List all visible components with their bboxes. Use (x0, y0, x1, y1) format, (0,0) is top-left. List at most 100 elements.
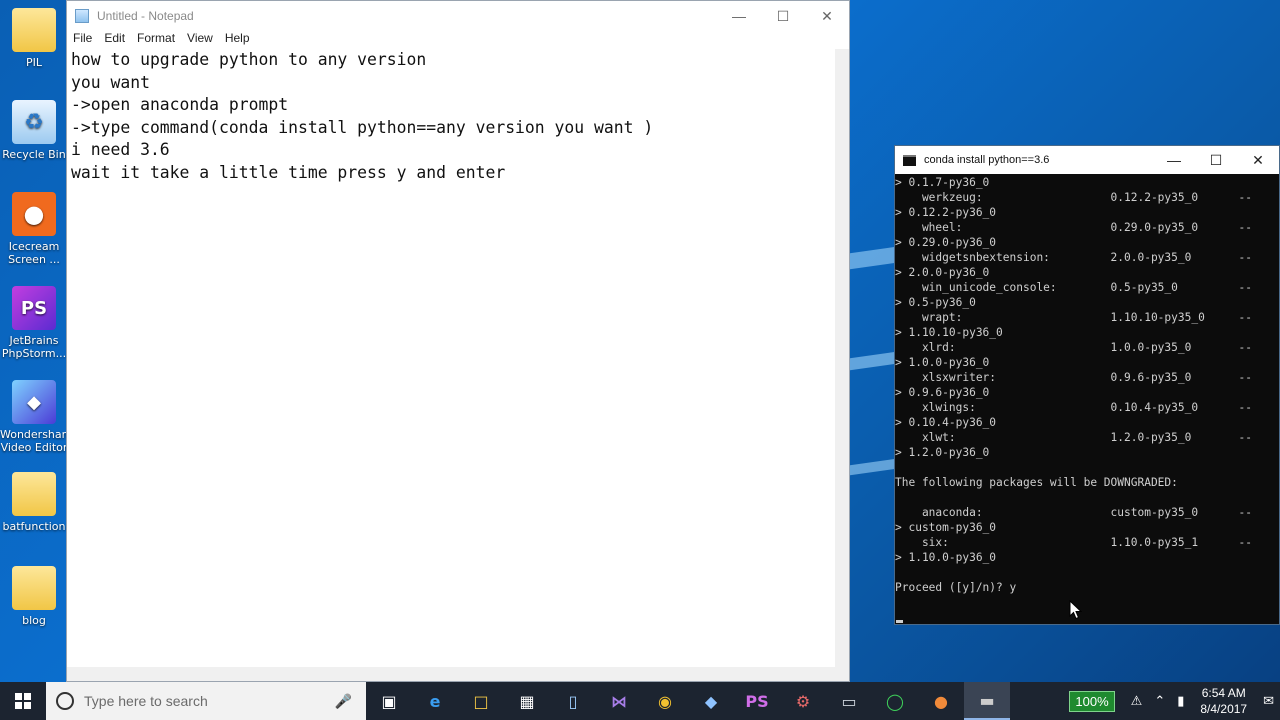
console-title: conda install python==3.6 (924, 154, 1050, 166)
notepad-text-area[interactable]: how to upgrade python to any version you … (71, 49, 835, 667)
folder-icon (12, 8, 56, 52)
maximize-button[interactable]: ☐ (761, 1, 805, 31)
desktop-icon-recycle-bin[interactable]: ♻ Recycle Bin (0, 100, 68, 161)
desktop-icon-label: Wondershare Video Editor (0, 428, 73, 454)
text-line: i need 3.6 (71, 140, 170, 159)
visual-studio-icon[interactable]: ⋈ (596, 682, 642, 720)
start-button[interactable] (0, 682, 46, 720)
maximize-button[interactable]: ☐ (1195, 146, 1237, 174)
desktop-icon-batfunction[interactable]: batfunction (0, 472, 68, 533)
desktop-icon-wondershare[interactable]: ◆ Wondershare Video Editor (0, 380, 73, 454)
window-title: Untitled - Notepad (97, 9, 194, 23)
console-line: wheel: 0.29.0-py35_0 -- (895, 221, 1252, 234)
mouse-pointer-icon (1069, 600, 1083, 620)
vertical-scrollbar[interactable] (835, 49, 849, 667)
edge-icon[interactable]: e (412, 682, 458, 720)
text-line: wait it take a little time press y and e… (71, 162, 506, 182)
file-explorer-icon[interactable]: □ (458, 682, 504, 720)
clock-date: 8/4/2017 (1200, 702, 1248, 716)
console-cursor (896, 620, 903, 623)
system-tray: 100% ⚠ ⌃ ▮ 6:54 AM 8/4/2017 ✉ (1069, 682, 1280, 720)
console-line: > 0.9.6-py36_0 (895, 386, 990, 399)
green-app-icon[interactable]: ◯ (872, 682, 918, 720)
desktop-icon-blog[interactable]: blog (0, 566, 68, 627)
git-icon[interactable]: ◆ (688, 682, 734, 720)
text-line: ->open anaconda prompt (71, 95, 289, 114)
window-app-icon[interactable]: ▭ (826, 682, 872, 720)
phpstorm-taskbar-icon[interactable]: PS (734, 682, 780, 720)
usb-icon[interactable]: ⚠ (1131, 693, 1143, 709)
icecream-icon: ● (12, 192, 56, 236)
recycle-bin-icon: ♻ (12, 100, 56, 144)
console-app-icon (903, 154, 916, 166)
folder-icon (12, 472, 56, 516)
horizontal-scrollbar[interactable] (67, 667, 835, 681)
store-icon[interactable]: ▦ (504, 682, 550, 720)
console-line: wrapt: 1.10.10-py35_0 -- (895, 311, 1252, 324)
notepad-taskbar-icon[interactable]: ▯ (550, 682, 596, 720)
console-line: > 0.1.7-py36_0 (895, 176, 990, 189)
wallpaper-beam (850, 246, 896, 270)
console-line: > 1.10.0-py36_0 (895, 551, 997, 564)
cortana-icon (56, 692, 74, 710)
console-line: xlrd: 1.0.0-py35_0 -- (895, 341, 1252, 354)
console-title-bar[interactable]: conda install python==3.6 — ☐ ✕ (895, 146, 1279, 174)
chrome-icon[interactable]: ◉ (642, 682, 688, 720)
console-line: anaconda: custom-py35_0 -- (895, 506, 1252, 519)
close-button[interactable]: ✕ (1237, 146, 1279, 174)
console-output[interactable]: > 0.1.7-py36_0 werkzeug: 0.12.2-py35_0 -… (895, 175, 1279, 624)
command-prompt-taskbar-icon[interactable]: ▬ (964, 682, 1010, 720)
taskbar-search-box[interactable]: Type here to search 🎤 (46, 682, 366, 720)
console-line: > 0.12.2-py36_0 (895, 206, 997, 219)
text-line: ->type command(conda install python==any… (71, 117, 654, 137)
menu-help[interactable]: Help (221, 31, 258, 49)
desktop-icon-label: blog (22, 614, 46, 627)
notepad-title-bar[interactable]: Untitled - Notepad — ☐ ✕ (67, 1, 849, 31)
minimize-button[interactable]: — (717, 1, 761, 31)
battery-icon[interactable]: ▮ (1177, 693, 1184, 709)
gear-app-icon[interactable]: ⚙ (780, 682, 826, 720)
desktop-icon-label: batfunction (2, 520, 66, 533)
console-line: six: 1.10.0-py35_1 -- (895, 536, 1252, 549)
notepad-app-icon (75, 9, 89, 23)
chevron-up-icon[interactable]: ⌃ (1154, 693, 1165, 709)
wallpaper-beam (850, 351, 896, 371)
desktop-icon-phpstorm[interactable]: PS JetBrains PhpStorm... (0, 286, 68, 360)
console-line: xlsxwriter: 0.9.6-py35_0 -- (895, 371, 1252, 384)
console-line: > 0.10.4-py36_0 (895, 416, 997, 429)
console-line: The following packages will be DOWNGRADE… (895, 476, 1178, 489)
zoom-level[interactable]: 100% (1069, 690, 1115, 712)
icecream-taskbar-icon[interactable]: ● (918, 682, 964, 720)
console-line: widgetsnbextension: 2.0.0-py35_0 -- (895, 251, 1252, 264)
text-line: you want (71, 72, 150, 92)
clock[interactable]: 6:54 AM 8/4/2017 (1200, 685, 1247, 717)
console-line: > 0.29.0-py36_0 (895, 236, 997, 249)
notifications-icon[interactable]: ✉ (1263, 693, 1274, 709)
task-view-icon[interactable]: ▣ (366, 682, 412, 720)
scrollbar-corner (835, 667, 849, 681)
desktop-icon-pil[interactable]: PIL (0, 8, 68, 69)
menu-file[interactable]: File (69, 31, 100, 49)
close-button[interactable]: ✕ (805, 1, 849, 31)
microphone-icon[interactable]: 🎤 (335, 693, 352, 710)
search-placeholder: Type here to search (84, 693, 208, 709)
console-line: > 1.2.0-py36_0 (895, 446, 990, 459)
windows-logo-icon (15, 693, 31, 709)
menu-view[interactable]: View (183, 31, 221, 49)
menu-format[interactable]: Format (133, 31, 183, 49)
desktop-icon-label: Icecream Screen ... (8, 240, 60, 266)
console-line: Proceed ([y]/n)? y (895, 581, 1017, 594)
taskbar: Type here to search 🎤 ▣ e □ ▦ ▯ ⋈ ◉ ◆ PS… (0, 682, 1280, 720)
desktop-icon-icecream[interactable]: ● Icecream Screen ... (0, 192, 68, 266)
clock-time: 6:54 AM (1201, 686, 1246, 700)
minimize-button[interactable]: — (1153, 146, 1195, 174)
wallpaper-beam (850, 458, 896, 476)
menu-edit[interactable]: Edit (100, 31, 133, 49)
phpstorm-icon: PS (12, 286, 56, 330)
console-line: > custom-py36_0 (895, 521, 997, 534)
console-line: > 0.5-py36_0 (895, 296, 976, 309)
desktop-icon-label: PIL (25, 56, 42, 69)
